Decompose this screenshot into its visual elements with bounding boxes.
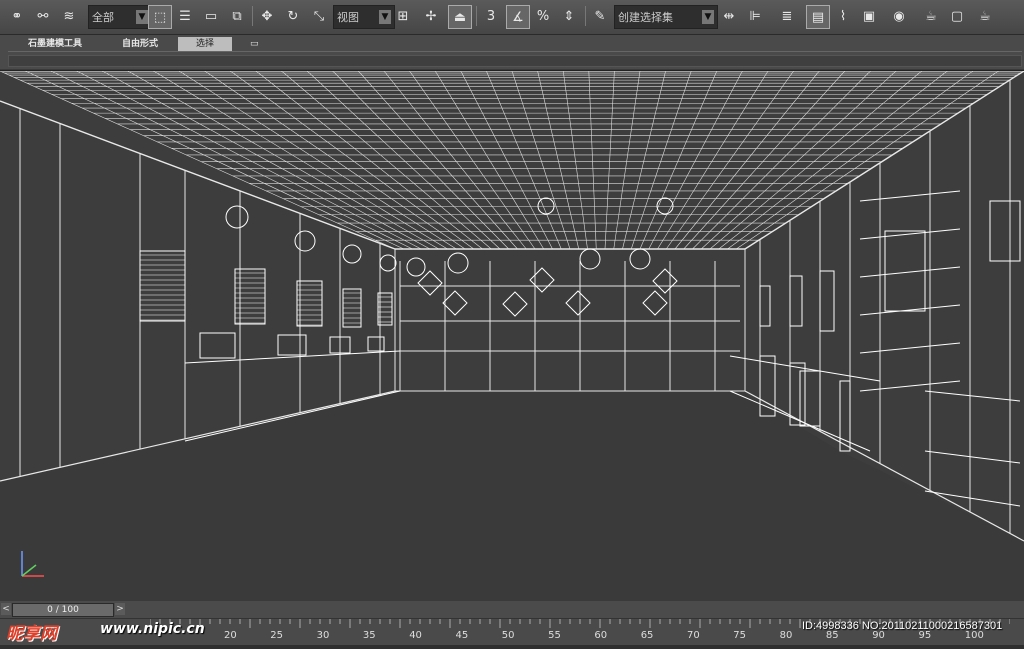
ruler-label: 75: [733, 630, 747, 641]
tab-selection[interactable]: 选择: [178, 37, 232, 51]
select-by-name-icon[interactable]: ☰: [174, 5, 196, 27]
layer-icon[interactable]: ≣: [776, 5, 798, 27]
tab-graphite-modeling[interactable]: 石墨建模工具: [22, 37, 88, 51]
named-selection-value: 创建选择集: [618, 11, 673, 24]
mirror-icon[interactable]: ⇹: [718, 5, 740, 27]
align-icon[interactable]: ⊫: [744, 5, 766, 27]
rotate-icon[interactable]: ↻: [282, 5, 304, 27]
ruler-label: 80: [779, 630, 793, 641]
pivot-icon[interactable]: ⊞: [392, 5, 414, 27]
rect-region-icon[interactable]: ▭: [200, 5, 222, 27]
select-object-icon[interactable]: ⬚: [148, 5, 172, 29]
selection-filter-dropdown[interactable]: 全部 ▼: [88, 5, 152, 29]
snap-icon[interactable]: 3: [480, 5, 502, 27]
ruler-label: 20: [224, 630, 237, 641]
angle-snap-icon[interactable]: ∡: [506, 5, 530, 29]
ribbon-panel: [8, 55, 1022, 67]
coord-system-dropdown[interactable]: 视图 ▼: [333, 5, 395, 29]
schematic-icon[interactable]: ▣: [858, 5, 880, 27]
chevron-down-icon: ▼: [379, 10, 391, 24]
ruler-label: 55: [548, 630, 561, 641]
ruler-label: 50: [501, 630, 515, 641]
move-icon[interactable]: ✥: [256, 5, 278, 27]
ruler-label: 45: [455, 630, 469, 641]
window-crossing-icon[interactable]: ⧉: [226, 5, 248, 27]
separator: [252, 6, 253, 26]
next-frame-button[interactable]: >: [115, 603, 125, 615]
wireframe-scene: [0, 71, 1024, 601]
scale-icon[interactable]: ⤡: [308, 5, 330, 27]
chevron-down-icon: ▼: [136, 10, 148, 24]
separator: [476, 6, 477, 26]
tab-ribbon-toggle[interactable]: ▭: [244, 37, 265, 51]
selection-filter-value: 全部: [92, 11, 114, 24]
keyboard-shortcut-icon[interactable]: ⏏: [448, 5, 472, 29]
ruler-label: 70: [687, 630, 700, 641]
edit-named-sel-icon[interactable]: ✎: [589, 5, 611, 27]
bind-spacewarp-icon[interactable]: ≋: [58, 5, 80, 27]
percent-snap-icon[interactable]: %: [532, 5, 554, 27]
ruler-label: 25: [270, 630, 284, 641]
chevron-down-icon: ▼: [702, 10, 714, 24]
link-icon[interactable]: ⚭: [6, 5, 28, 27]
ruler-label: 40: [409, 630, 422, 641]
manipulate-icon[interactable]: ✢: [420, 5, 442, 27]
coord-system-value: 视图: [337, 11, 359, 24]
scene-explorer-icon[interactable]: ▤: [806, 5, 830, 29]
curve-editor-icon[interactable]: ⌇: [832, 5, 854, 27]
render-icon[interactable]: ☕: [974, 5, 996, 27]
unlink-icon[interactable]: ⚯: [32, 5, 54, 27]
ruler-label: 30: [316, 630, 330, 641]
ruler-label: 35: [362, 630, 376, 641]
ruler-label: 65: [640, 630, 654, 641]
named-selection-dropdown[interactable]: 创建选择集 ▼: [614, 5, 718, 29]
watermark-id: ID:4998336 NO:20110211000216587301: [802, 620, 1003, 632]
spinner-snap-icon[interactable]: ⇕: [558, 5, 580, 27]
material-editor-icon[interactable]: ◉: [888, 5, 910, 27]
rendered-frame-icon[interactable]: ▢: [946, 5, 968, 27]
render-setup-icon[interactable]: ☕: [920, 5, 942, 27]
snap-label: 3: [486, 8, 496, 24]
ruler-label: 60: [594, 630, 608, 641]
time-slider[interactable]: 0 / 100: [12, 603, 114, 617]
status-bar: [0, 645, 1024, 649]
ribbon: 石墨建模工具 自由形式 选择 ▭: [0, 35, 1024, 69]
perspective-viewport[interactable]: [0, 70, 1024, 601]
prev-frame-button[interactable]: <: [1, 603, 11, 615]
ribbon-tabs: 石墨建模工具 自由形式 选择 ▭: [8, 37, 1022, 52]
main-toolbar: ⚭ ⚯ ≋ 全部 ▼ ⬚ ☰ ▭ ⧉ ✥ ↻ ⤡ 视图 ▼ ⊞ ✢ ⏏ 3 ∡ …: [0, 0, 1024, 35]
tab-freeform[interactable]: 自由形式: [116, 37, 164, 51]
watermark-logo: 昵享网: [6, 624, 57, 644]
time-slider-bar: < 0 / 100 >: [0, 601, 1024, 618]
watermark-url: www.nipic.cn: [100, 621, 205, 637]
separator: [585, 6, 586, 26]
